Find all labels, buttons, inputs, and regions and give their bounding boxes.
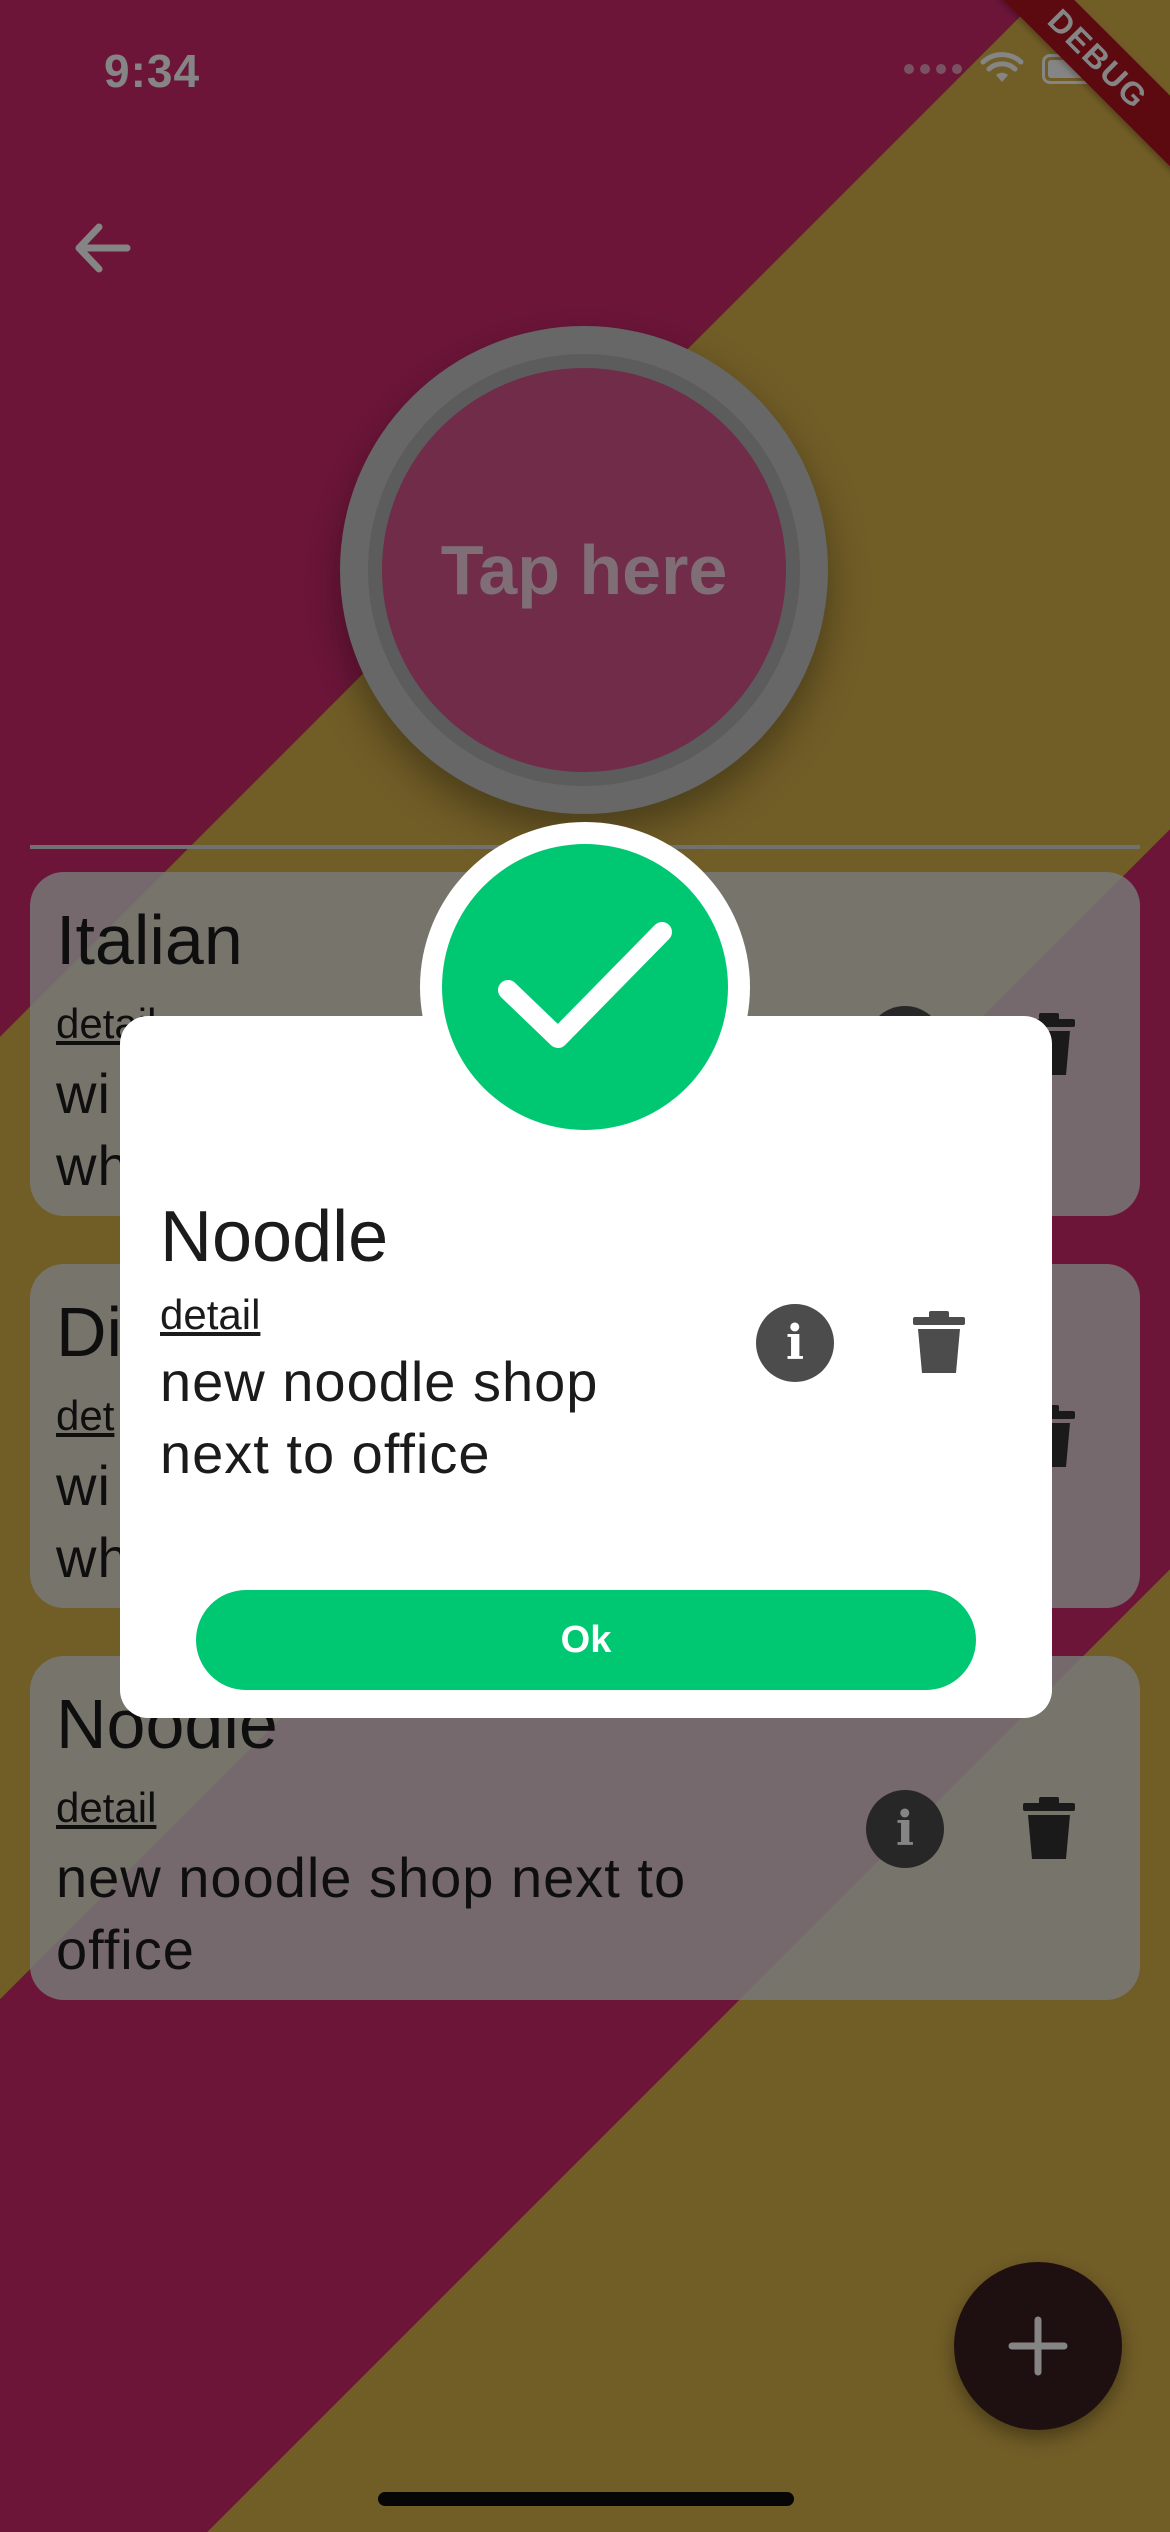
dialog-description: new noodle shop next to office [160,1350,599,1485]
dialog-delete-button[interactable] [904,1304,974,1382]
dialog-info-button[interactable]: i [756,1304,834,1382]
dialog-title: Noodle [160,1197,389,1277]
info-icon: i [785,1315,805,1371]
app-screen: 9:34 DEBUG Tap here Italian detail wi wh… [0,0,1170,2532]
trash-icon [913,1311,965,1373]
dialog-detail-link[interactable]: detail [160,1291,260,1339]
checkmark-icon [498,922,672,1048]
success-badge [420,822,750,1152]
ok-button[interactable]: Ok [196,1590,976,1690]
success-badge-inner [442,844,728,1130]
